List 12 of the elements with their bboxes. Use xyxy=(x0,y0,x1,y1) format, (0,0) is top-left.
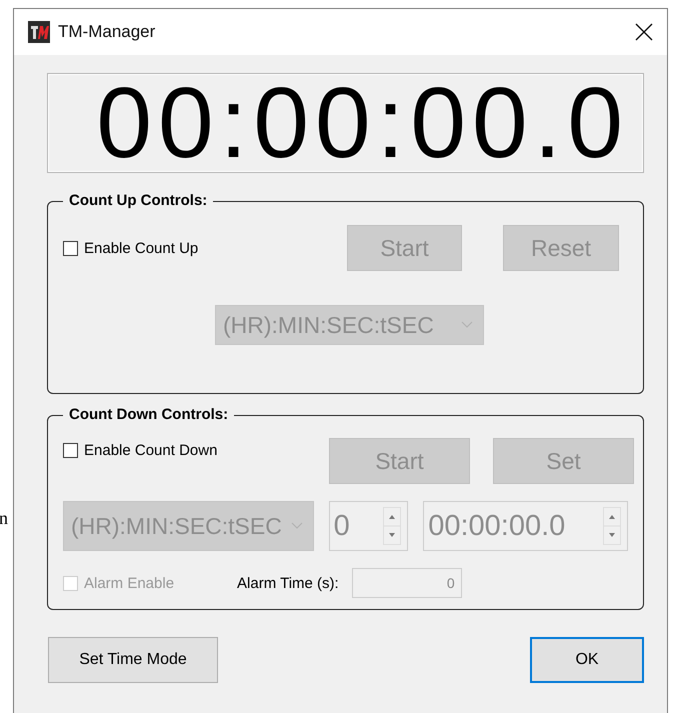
dialog-button[interactable]: Set Time Mode xyxy=(48,637,218,683)
close-icon[interactable] xyxy=(635,23,653,41)
chevron-down-icon xyxy=(461,321,473,329)
enable-count-down-checkbox[interactable]: Enable Count Down xyxy=(63,442,218,459)
window-title: TM-Manager xyxy=(58,22,156,42)
time-display: 00:00:00.0 xyxy=(47,73,644,173)
enable-count-up-checkbox[interactable]: Enable Count Up xyxy=(63,240,198,256)
chevron-down-icon xyxy=(290,522,303,530)
group-title: Count Up Controls: xyxy=(63,192,214,209)
dialog-button[interactable]: OK xyxy=(530,637,644,683)
alarm-time-label: Alarm Time (s): xyxy=(237,574,339,592)
app-logo-icon xyxy=(28,21,50,43)
